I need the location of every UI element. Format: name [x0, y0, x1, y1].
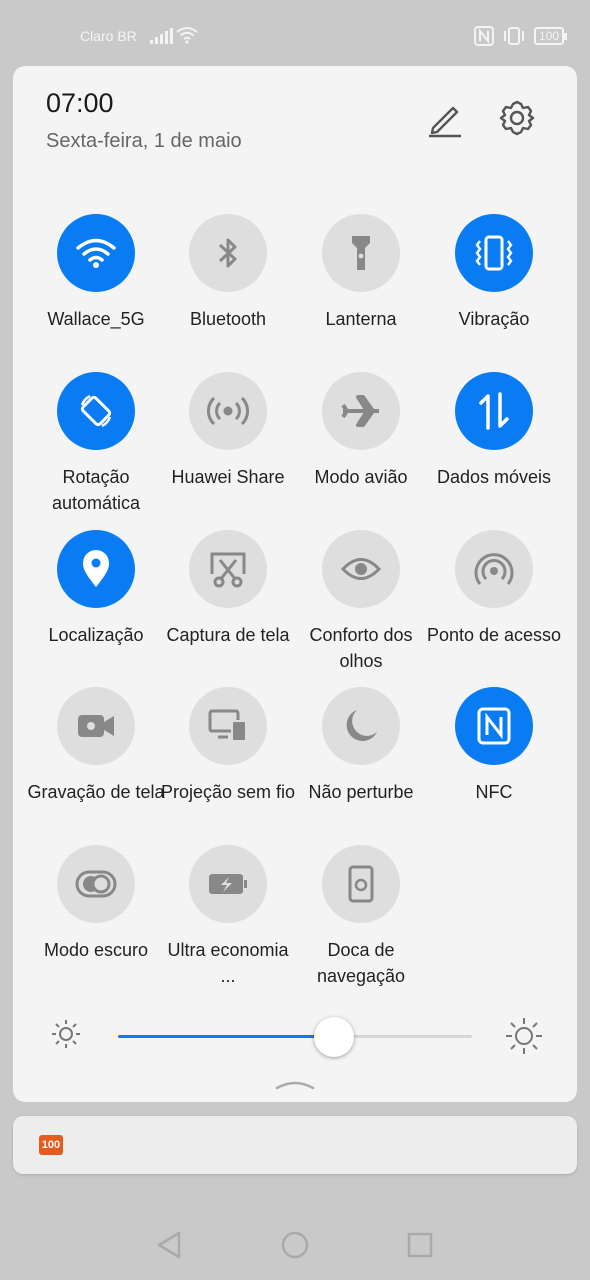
tile-label: Wallace_5G: [47, 309, 145, 329]
tile-label: NFC: [475, 782, 513, 802]
wifi-status-icon: [176, 27, 198, 44]
collapse-handle-icon[interactable]: [275, 1078, 315, 1090]
tile-auto-rotate[interactable]: Rotação automática: [26, 372, 166, 516]
bluetooth-icon[interactable]: [189, 214, 267, 292]
tile-huawei-share[interactable]: Huawei Share: [158, 372, 298, 490]
tile-label: Modo escuro: [43, 940, 149, 960]
brightness-control: [13, 1016, 577, 1057]
tile-airplane-mode[interactable]: Modo avião: [291, 372, 431, 490]
back-icon[interactable]: [155, 1230, 183, 1260]
hotspot-icon[interactable]: [455, 530, 533, 608]
carrier-name: Claro BR: [80, 28, 137, 44]
tile-label: Modo avião: [314, 467, 408, 487]
app-badge-icon: 100: [39, 1135, 63, 1155]
tile-label: Captura de tela: [166, 625, 290, 645]
date-label: Sexta-feira, 1 de maio: [46, 130, 242, 152]
tile-label: Conforto dos olhos: [309, 625, 413, 671]
dark-mode-icon[interactable]: [57, 845, 135, 923]
rotation-icon[interactable]: [57, 372, 135, 450]
tile-label: Gravação de tela: [27, 782, 165, 802]
tile-navigation-dock[interactable]: Doca de navegação: [291, 845, 431, 989]
battery-saver-icon[interactable]: [189, 845, 267, 923]
vibration-icon[interactable]: [455, 214, 533, 292]
tile-label: Não perturbe: [308, 782, 414, 802]
nav-dock-icon[interactable]: [322, 845, 400, 923]
tile-location[interactable]: Localização: [26, 530, 166, 648]
gear-icon[interactable]: [497, 98, 537, 138]
tile-label: Ponto de acesso: [426, 625, 562, 645]
tile-dark-mode[interactable]: Modo escuro: [26, 845, 166, 963]
clock: 07:00: [46, 88, 114, 118]
brightness-thumb[interactable]: [313, 1017, 354, 1057]
airplane-icon[interactable]: [322, 372, 400, 450]
mobile-data-icon[interactable]: [455, 372, 533, 450]
vibration-status-icon: [503, 27, 524, 45]
location-icon[interactable]: [57, 530, 135, 608]
brightness-low-icon: [52, 1020, 80, 1048]
signal-icon: [150, 28, 173, 44]
recents-icon[interactable]: [406, 1230, 434, 1260]
home-icon[interactable]: [280, 1230, 310, 1260]
tile-do-not-disturb[interactable]: Não perturbe: [291, 687, 431, 805]
tile-label: Bluetooth: [189, 309, 267, 329]
tile-label: Vibração: [458, 309, 530, 329]
quick-settings-panel: 07:00 Sexta-feira, 1 de maio Wallace_5G …: [13, 66, 577, 1102]
tile-ultra-power-saving[interactable]: Ultra economia ...: [158, 845, 298, 989]
brightness-slider[interactable]: [118, 1017, 472, 1057]
status-bar: Claro BR 100: [0, 0, 590, 70]
tile-label: Localização: [48, 625, 144, 645]
tile-wifi[interactable]: Wallace_5G: [26, 214, 166, 332]
eye-icon[interactable]: [322, 530, 400, 608]
brightness-fill: [118, 1035, 334, 1038]
battery-indicator: 100: [533, 27, 568, 45]
tile-bluetooth[interactable]: Bluetooth: [158, 214, 298, 332]
moon-icon[interactable]: [322, 687, 400, 765]
wifi-icon[interactable]: [57, 214, 135, 292]
tile-vibration[interactable]: Vibração: [424, 214, 564, 332]
tile-flashlight[interactable]: Lanterna: [291, 214, 431, 332]
navigation-bar: [0, 1210, 590, 1280]
tile-label: Rotação automática: [51, 467, 141, 513]
tile-label: Lanterna: [325, 309, 397, 329]
brightness-high-icon: [506, 1018, 542, 1054]
flashlight-icon[interactable]: [322, 214, 400, 292]
nfc-status-icon: [473, 26, 494, 46]
tile-label: Ultra economia ...: [167, 940, 289, 986]
tile-label: Huawei Share: [171, 467, 285, 487]
screen-record-icon[interactable]: [57, 687, 135, 765]
tile-label: Doca de navegação: [316, 940, 406, 986]
screenshot-icon[interactable]: [189, 530, 267, 608]
huawei-share-icon[interactable]: [189, 372, 267, 450]
tile-nfc[interactable]: NFC: [424, 687, 564, 805]
notification-card[interactable]: 100: [13, 1116, 577, 1174]
tile-screenshot[interactable]: Captura de tela: [158, 530, 298, 648]
tile-wireless-projection[interactable]: Projeção sem fio: [158, 687, 298, 805]
tile-screen-record[interactable]: Gravação de tela: [26, 687, 166, 805]
tile-label: Projeção sem fio: [160, 782, 296, 802]
tile-mobile-data[interactable]: Dados móveis: [424, 372, 564, 490]
wireless-projection-icon[interactable]: [189, 687, 267, 765]
tile-eye-comfort[interactable]: Conforto dos olhos: [291, 530, 431, 674]
edit-pencil-icon[interactable]: [425, 98, 465, 138]
tile-hotspot[interactable]: Ponto de acesso: [424, 530, 564, 648]
nfc-icon[interactable]: [455, 687, 533, 765]
tile-label: Dados móveis: [436, 467, 552, 487]
